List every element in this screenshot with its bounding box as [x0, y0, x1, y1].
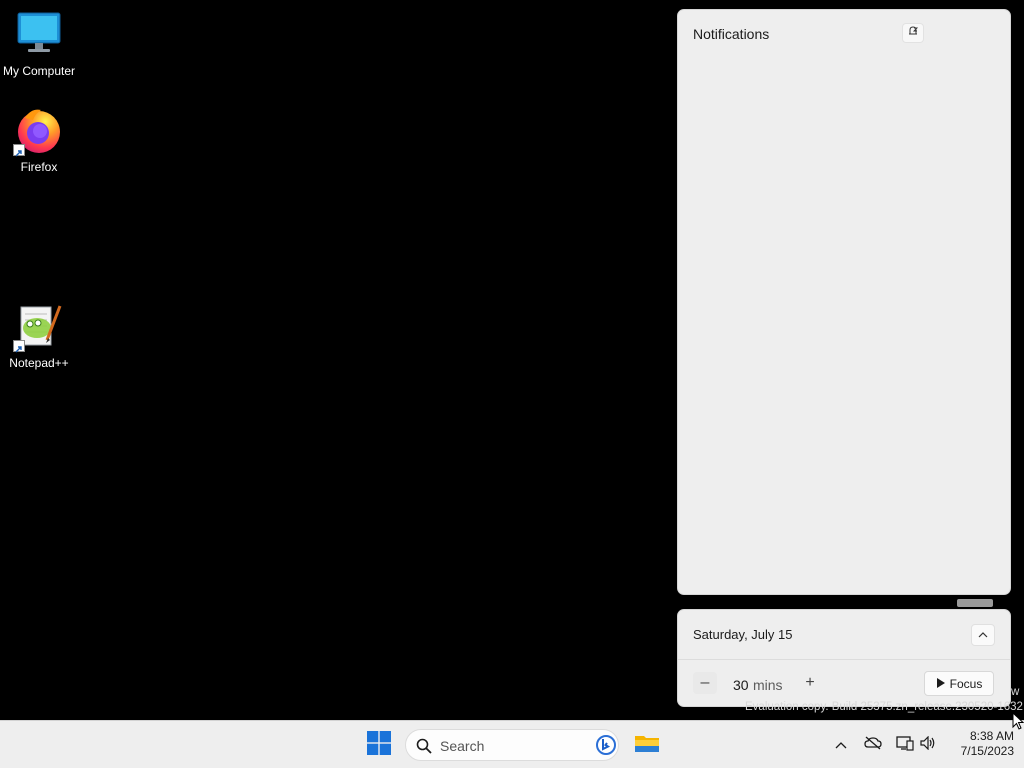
focus-minutes-value: 30 [733, 677, 749, 693]
onedrive-status-button[interactable] [862, 734, 884, 756]
taskbar-search-box[interactable]: Search [405, 729, 619, 761]
focus-button-label: Focus [949, 676, 983, 691]
do-not-disturb-icon [907, 24, 919, 42]
collapse-calendar-button[interactable] [971, 624, 995, 646]
focus-decrease-button[interactable]: – [693, 672, 717, 694]
taskbar: Search 8:38 AM 7/15/2023 [0, 720, 1024, 768]
watermark-line-1: w [1011, 686, 1020, 698]
show-hidden-icons-button[interactable] [830, 734, 852, 756]
focus-minutes-unit: mins [753, 677, 783, 693]
desktop-icon-label: Notepad++ [9, 356, 69, 370]
focus-increase-button[interactable]: + [798, 672, 822, 694]
calendar-date: Saturday, July 15 [693, 627, 793, 642]
panel-scroll-thumb[interactable] [957, 599, 993, 607]
do-not-disturb-button[interactable] [902, 23, 924, 43]
desktop-icon-my-computer[interactable]: My Computer [0, 10, 79, 78]
clock-time: 8:38 AM [969, 729, 1014, 743]
clock-date: 7/15/2023 [960, 744, 1014, 758]
chevron-up-icon [978, 626, 988, 644]
chevron-up-icon [835, 736, 847, 754]
notepadpp-icon [13, 302, 63, 353]
file-explorer-button[interactable] [630, 727, 664, 763]
notifications-title: Notifications [693, 26, 770, 42]
volume-button[interactable] [917, 734, 939, 756]
search-placeholder: Search [440, 738, 485, 754]
onedrive-offline-icon [864, 736, 882, 755]
firefox-icon [13, 106, 63, 157]
monitor-icon [15, 10, 63, 58]
watermark-line-2: Evaluation copy. Build 25375.zn_release.… [745, 701, 1023, 713]
play-icon [936, 677, 945, 691]
search-icon [416, 738, 432, 759]
desktop-icon-label: Firefox [20, 160, 58, 174]
mouse-cursor-icon [1012, 711, 1024, 736]
calendar-panel: Saturday, July 15 – 30 mins + Focus [677, 609, 1011, 707]
start-button[interactable] [362, 727, 396, 763]
bing-chat-icon[interactable] [595, 734, 617, 761]
notification-center: Notifications [677, 9, 1011, 595]
network-button[interactable] [894, 734, 916, 756]
desktop-icon-notepadpp[interactable]: Notepad++ [0, 302, 79, 370]
shortcut-arrow-icon [13, 144, 25, 157]
focus-start-button[interactable]: Focus [924, 671, 994, 696]
shortcut-arrow-icon [13, 340, 25, 353]
desktop-icon-label: My Computer [2, 64, 76, 78]
volume-icon [920, 735, 936, 755]
windows-logo-icon [367, 730, 391, 760]
network-icon [896, 735, 914, 756]
folder-icon [634, 732, 660, 759]
taskbar-clock[interactable]: 8:38 AM 7/15/2023 [946, 727, 1020, 763]
calendar-divider [678, 659, 1010, 660]
desktop-icon-firefox[interactable]: Firefox [0, 106, 79, 174]
